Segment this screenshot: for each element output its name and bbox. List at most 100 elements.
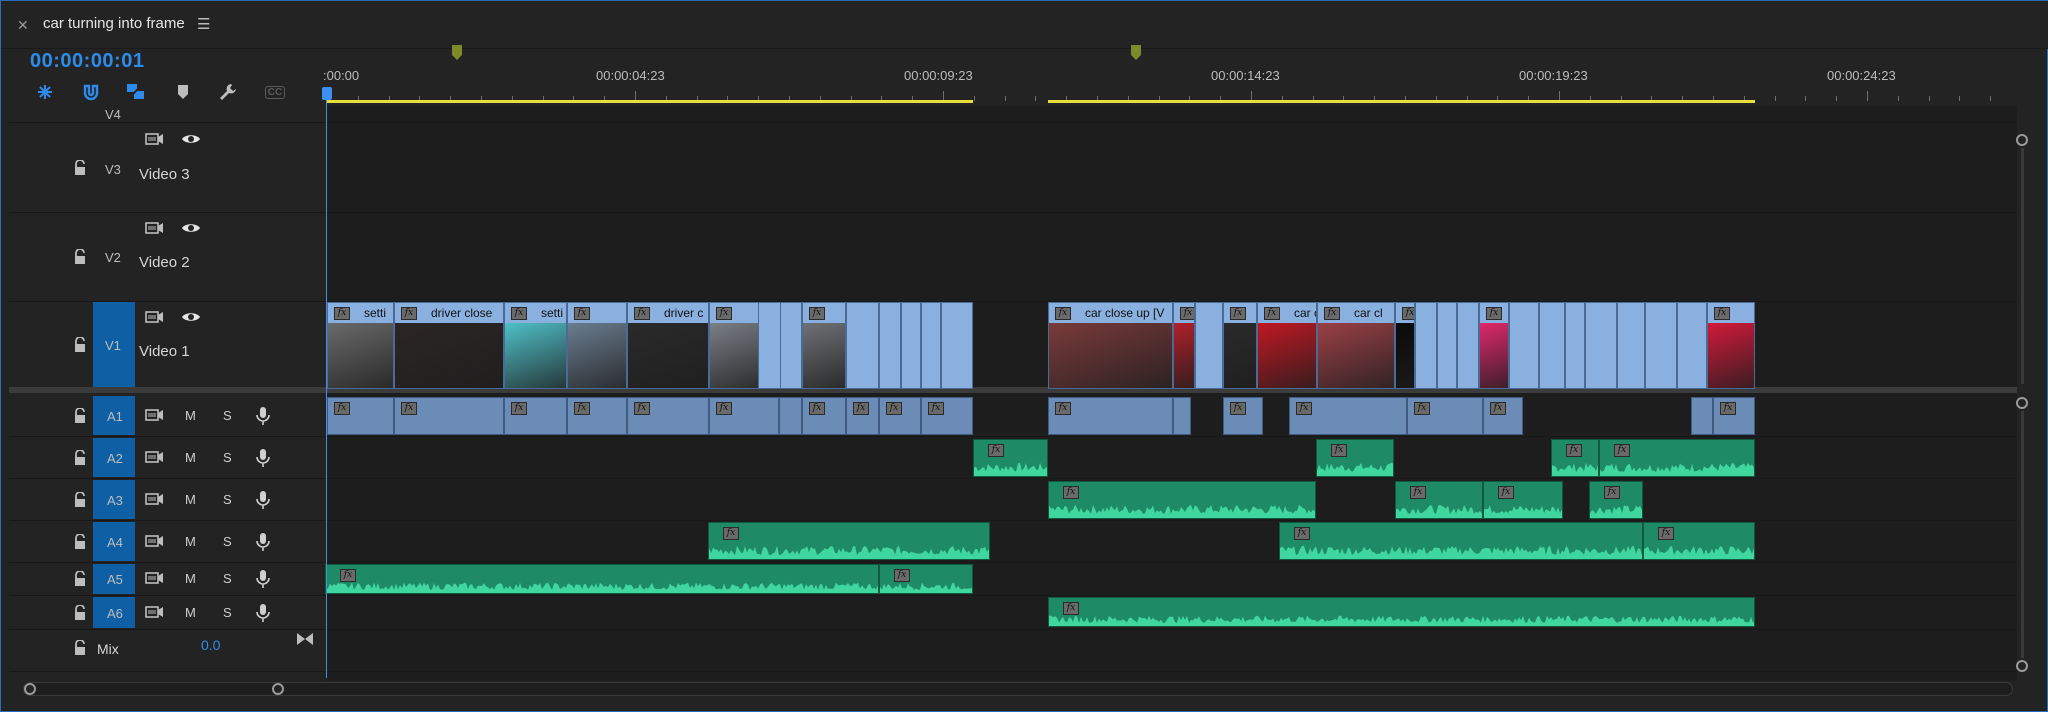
- fx-badge-icon[interactable]: fx: [1230, 402, 1246, 415]
- timeline-horizontal-scrollbar[interactable]: [23, 682, 2013, 696]
- toggle-sync-lock-icon[interactable]: [145, 533, 165, 551]
- audio-clip[interactable]: fx: [708, 522, 990, 560]
- playhead-timecode[interactable]: 00:00:00:01: [30, 50, 144, 73]
- fx-badge-icon[interactable]: fx: [334, 402, 350, 415]
- fx-badge-icon[interactable]: fx: [1486, 307, 1502, 320]
- eye-icon[interactable]: [181, 309, 201, 327]
- fx-badge-icon[interactable]: fx: [401, 402, 417, 415]
- fx-badge-icon[interactable]: fx: [1614, 444, 1630, 457]
- video-clip[interactable]: [1585, 302, 1617, 389]
- audio-clip[interactable]: [779, 397, 802, 435]
- video-clip[interactable]: fx: [1395, 302, 1415, 389]
- mute-button[interactable]: M: [185, 571, 196, 586]
- fx-badge-icon[interactable]: fx: [1296, 402, 1312, 415]
- fx-badge-icon[interactable]: fx: [1490, 402, 1506, 415]
- video-clip[interactable]: fx car close up [V: [1048, 302, 1173, 389]
- track-name-v1[interactable]: Video 1: [139, 343, 190, 360]
- fx-badge-icon[interactable]: fx: [1063, 602, 1079, 615]
- fx-badge-icon[interactable]: fx: [1402, 307, 1414, 320]
- microphone-icon[interactable]: [255, 532, 275, 551]
- video-clip[interactable]: [901, 302, 921, 389]
- solo-button[interactable]: S: [223, 408, 232, 423]
- video-clip[interactable]: fx car cl: [1317, 302, 1395, 389]
- lock-icon[interactable]: [73, 639, 87, 656]
- audio-clip[interactable]: [1691, 397, 1713, 435]
- lock-icon[interactable]: [73, 490, 87, 508]
- solo-button[interactable]: S: [223, 571, 232, 586]
- audio-clip[interactable]: fx: [627, 397, 709, 435]
- video-clip[interactable]: fx: [802, 302, 846, 389]
- audio-clip[interactable]: fx: [846, 397, 879, 435]
- close-icon[interactable]: ✕: [17, 17, 31, 33]
- fx-badge-icon[interactable]: fx: [1264, 307, 1280, 320]
- toggle-sync-lock-icon[interactable]: [145, 407, 165, 425]
- video-clip[interactable]: fx: [1223, 302, 1257, 389]
- fx-badge-icon[interactable]: fx: [1720, 402, 1736, 415]
- sequence-marker[interactable]: [452, 45, 462, 60]
- audio-clip[interactable]: fx: [1407, 397, 1483, 435]
- eye-icon[interactable]: [181, 131, 201, 149]
- audio-clip[interactable]: fx: [921, 397, 973, 435]
- video-clip[interactable]: [1509, 302, 1539, 389]
- microphone-icon[interactable]: [255, 569, 275, 588]
- audio-zoom-scroll-handle[interactable]: [2016, 397, 2028, 409]
- audio-clip[interactable]: fx: [567, 397, 627, 435]
- toggle-sync-lock-icon[interactable]: [145, 131, 165, 149]
- toggle-sync-lock-icon[interactable]: [145, 309, 165, 327]
- video-clip[interactable]: fx: [567, 302, 627, 389]
- audio-clip[interactable]: fx: [879, 564, 973, 594]
- playhead-line[interactable]: [326, 88, 327, 678]
- toggle-sync-lock-icon[interactable]: [145, 491, 165, 509]
- toggle-sync-lock-icon[interactable]: [145, 604, 165, 622]
- toggle-sync-lock-icon[interactable]: [145, 220, 165, 238]
- audio-clip[interactable]: fx: [327, 397, 394, 435]
- playhead-handle[interactable]: [322, 87, 332, 100]
- solo-button[interactable]: S: [223, 605, 232, 620]
- audio-zoom-scroll-handle[interactable]: [2016, 660, 2028, 672]
- video-clip[interactable]: fx setti: [504, 302, 567, 389]
- solo-button[interactable]: S: [223, 450, 232, 465]
- video-clip[interactable]: [879, 302, 901, 389]
- video-clip[interactable]: fx: [709, 302, 759, 389]
- microphone-icon[interactable]: [255, 603, 275, 622]
- video-clip[interactable]: fx driver c: [627, 302, 709, 389]
- zoom-right-handle[interactable]: [272, 683, 284, 695]
- zoom-left-handle[interactable]: [24, 683, 36, 695]
- audio-clip[interactable]: fx: [1048, 481, 1316, 519]
- video-clip[interactable]: fx driver close: [394, 302, 504, 389]
- microphone-icon[interactable]: [255, 490, 275, 509]
- fx-badge-icon[interactable]: fx: [1055, 307, 1071, 320]
- video-clip[interactable]: [780, 302, 802, 389]
- fx-badge-icon[interactable]: fx: [809, 402, 825, 415]
- sequence-tab-title[interactable]: car turning into frame: [43, 15, 185, 32]
- mix-volume-value[interactable]: 0.0: [201, 637, 220, 653]
- fx-badge-icon[interactable]: fx: [634, 402, 650, 415]
- sequence-marker[interactable]: [1131, 45, 1141, 60]
- fx-badge-icon[interactable]: fx: [634, 307, 650, 320]
- audio-clip[interactable]: fx: [1289, 397, 1407, 435]
- magnet-icon[interactable]: [79, 81, 103, 103]
- fx-badge-icon[interactable]: fx: [1604, 486, 1620, 499]
- solo-button[interactable]: S: [223, 492, 232, 507]
- lock-icon[interactable]: [73, 603, 87, 621]
- work-area-bar[interactable]: [1048, 100, 1755, 103]
- mute-button[interactable]: M: [185, 408, 196, 423]
- video-clip[interactable]: [1195, 302, 1223, 389]
- video-clip[interactable]: [941, 302, 973, 389]
- lock-icon[interactable]: [73, 448, 87, 466]
- mute-button[interactable]: M: [185, 492, 196, 507]
- video-clip[interactable]: [846, 302, 879, 389]
- snap-icon[interactable]: [33, 81, 57, 103]
- video-zoom-scroll-handle[interactable]: [2016, 134, 2028, 146]
- fx-badge-icon[interactable]: fx: [886, 402, 902, 415]
- audio-clip[interactable]: fx: [1316, 439, 1394, 477]
- fx-badge-icon[interactable]: fx: [894, 569, 910, 582]
- audio-clip[interactable]: fx: [1599, 439, 1755, 477]
- audio-clip[interactable]: fx: [1048, 397, 1173, 435]
- audio-clip[interactable]: fx: [1713, 397, 1755, 435]
- video-clip[interactable]: [1617, 302, 1645, 389]
- video-clip[interactable]: fxcar c: [1173, 302, 1195, 389]
- audio-clip[interactable]: fx: [1279, 522, 1643, 560]
- fx-badge-icon[interactable]: fx: [853, 402, 869, 415]
- audio-clip[interactable]: [1173, 397, 1191, 435]
